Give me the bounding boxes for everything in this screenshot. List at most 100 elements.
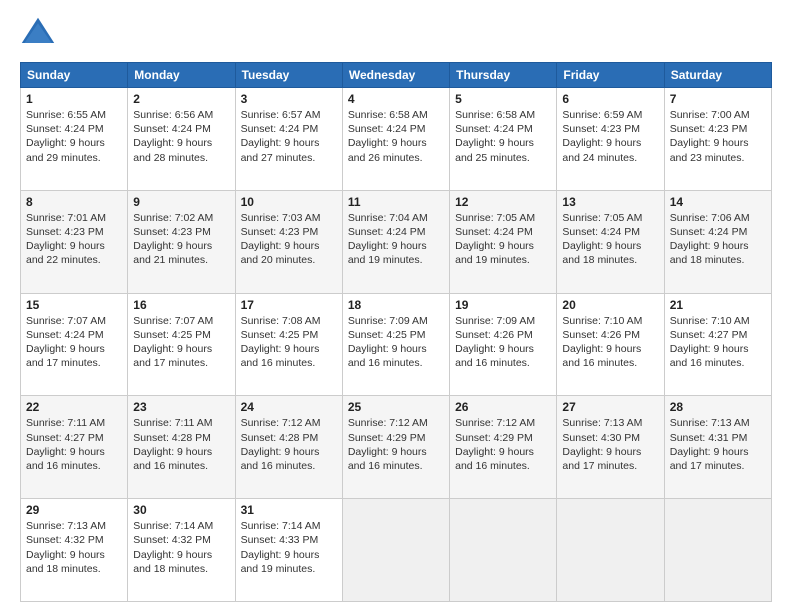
calendar-week-row: 1 Sunrise: 6:55 AMSunset: 4:24 PMDayligh… [21,88,772,191]
day-number: 20 [562,298,658,312]
day-info: Sunrise: 6:55 AMSunset: 4:24 PMDaylight:… [26,108,122,165]
day-number: 23 [133,400,229,414]
day-number: 15 [26,298,122,312]
day-number: 13 [562,195,658,209]
calendar-day-cell: 12 Sunrise: 7:05 AMSunset: 4:24 PMDaylig… [450,190,557,293]
calendar-day-cell: 1 Sunrise: 6:55 AMSunset: 4:24 PMDayligh… [21,88,128,191]
calendar-day-cell: 27 Sunrise: 7:13 AMSunset: 4:30 PMDaylig… [557,396,664,499]
header [20,16,772,52]
calendar-day-cell: 6 Sunrise: 6:59 AMSunset: 4:23 PMDayligh… [557,88,664,191]
day-number: 22 [26,400,122,414]
calendar-day-cell: 19 Sunrise: 7:09 AMSunset: 4:26 PMDaylig… [450,293,557,396]
day-info: Sunrise: 7:12 AMSunset: 4:28 PMDaylight:… [241,416,337,473]
calendar-day-cell: 13 Sunrise: 7:05 AMSunset: 4:24 PMDaylig… [557,190,664,293]
calendar-day-cell: 31 Sunrise: 7:14 AMSunset: 4:33 PMDaylig… [235,499,342,602]
day-info: Sunrise: 6:59 AMSunset: 4:23 PMDaylight:… [562,108,658,165]
calendar-day-cell: 14 Sunrise: 7:06 AMSunset: 4:24 PMDaylig… [664,190,771,293]
day-info: Sunrise: 6:58 AMSunset: 4:24 PMDaylight:… [348,108,444,165]
day-number: 30 [133,503,229,517]
calendar-day-cell: 20 Sunrise: 7:10 AMSunset: 4:26 PMDaylig… [557,293,664,396]
calendar-day-cell [664,499,771,602]
calendar-day-header: Friday [557,63,664,88]
calendar-day-cell: 15 Sunrise: 7:07 AMSunset: 4:24 PMDaylig… [21,293,128,396]
calendar-day-cell: 5 Sunrise: 6:58 AMSunset: 4:24 PMDayligh… [450,88,557,191]
calendar-day-cell: 2 Sunrise: 6:56 AMSunset: 4:24 PMDayligh… [128,88,235,191]
calendar-day-cell: 21 Sunrise: 7:10 AMSunset: 4:27 PMDaylig… [664,293,771,396]
day-number: 7 [670,92,766,106]
day-info: Sunrise: 7:09 AMSunset: 4:26 PMDaylight:… [455,314,551,371]
logo-icon [20,16,56,52]
day-number: 21 [670,298,766,312]
day-info: Sunrise: 7:13 AMSunset: 4:32 PMDaylight:… [26,519,122,576]
day-info: Sunrise: 7:09 AMSunset: 4:25 PMDaylight:… [348,314,444,371]
day-number: 29 [26,503,122,517]
day-info: Sunrise: 7:13 AMSunset: 4:30 PMDaylight:… [562,416,658,473]
day-number: 27 [562,400,658,414]
day-info: Sunrise: 7:11 AMSunset: 4:27 PMDaylight:… [26,416,122,473]
calendar-day-cell: 8 Sunrise: 7:01 AMSunset: 4:23 PMDayligh… [21,190,128,293]
calendar-day-cell: 17 Sunrise: 7:08 AMSunset: 4:25 PMDaylig… [235,293,342,396]
calendar-week-row: 22 Sunrise: 7:11 AMSunset: 4:27 PMDaylig… [21,396,772,499]
day-number: 5 [455,92,551,106]
day-number: 25 [348,400,444,414]
calendar-day-header: Tuesday [235,63,342,88]
day-info: Sunrise: 7:05 AMSunset: 4:24 PMDaylight:… [455,211,551,268]
calendar-day-header: Monday [128,63,235,88]
day-number: 2 [133,92,229,106]
day-info: Sunrise: 7:04 AMSunset: 4:24 PMDaylight:… [348,211,444,268]
calendar-day-header: Thursday [450,63,557,88]
calendar-day-cell: 30 Sunrise: 7:14 AMSunset: 4:32 PMDaylig… [128,499,235,602]
calendar-day-cell: 3 Sunrise: 6:57 AMSunset: 4:24 PMDayligh… [235,88,342,191]
day-number: 4 [348,92,444,106]
day-info: Sunrise: 7:07 AMSunset: 4:24 PMDaylight:… [26,314,122,371]
day-number: 6 [562,92,658,106]
calendar-week-row: 29 Sunrise: 7:13 AMSunset: 4:32 PMDaylig… [21,499,772,602]
day-number: 31 [241,503,337,517]
day-info: Sunrise: 7:12 AMSunset: 4:29 PMDaylight:… [455,416,551,473]
calendar-day-header: Saturday [664,63,771,88]
calendar-day-cell: 7 Sunrise: 7:00 AMSunset: 4:23 PMDayligh… [664,88,771,191]
calendar-week-row: 15 Sunrise: 7:07 AMSunset: 4:24 PMDaylig… [21,293,772,396]
day-number: 1 [26,92,122,106]
day-info: Sunrise: 7:10 AMSunset: 4:27 PMDaylight:… [670,314,766,371]
calendar-day-cell: 23 Sunrise: 7:11 AMSunset: 4:28 PMDaylig… [128,396,235,499]
calendar-day-cell: 25 Sunrise: 7:12 AMSunset: 4:29 PMDaylig… [342,396,449,499]
day-number: 3 [241,92,337,106]
day-info: Sunrise: 7:07 AMSunset: 4:25 PMDaylight:… [133,314,229,371]
day-info: Sunrise: 7:03 AMSunset: 4:23 PMDaylight:… [241,211,337,268]
calendar-day-cell: 26 Sunrise: 7:12 AMSunset: 4:29 PMDaylig… [450,396,557,499]
calendar-day-cell: 9 Sunrise: 7:02 AMSunset: 4:23 PMDayligh… [128,190,235,293]
calendar-day-cell: 10 Sunrise: 7:03 AMSunset: 4:23 PMDaylig… [235,190,342,293]
calendar-day-cell [342,499,449,602]
page: SundayMondayTuesdayWednesdayThursdayFrid… [0,0,792,612]
day-number: 17 [241,298,337,312]
day-number: 11 [348,195,444,209]
day-info: Sunrise: 6:58 AMSunset: 4:24 PMDaylight:… [455,108,551,165]
day-number: 18 [348,298,444,312]
calendar-day-cell: 22 Sunrise: 7:11 AMSunset: 4:27 PMDaylig… [21,396,128,499]
day-info: Sunrise: 6:57 AMSunset: 4:24 PMDaylight:… [241,108,337,165]
calendar-day-cell: 16 Sunrise: 7:07 AMSunset: 4:25 PMDaylig… [128,293,235,396]
day-info: Sunrise: 7:06 AMSunset: 4:24 PMDaylight:… [670,211,766,268]
day-info: Sunrise: 7:08 AMSunset: 4:25 PMDaylight:… [241,314,337,371]
day-number: 16 [133,298,229,312]
calendar-day-cell: 11 Sunrise: 7:04 AMSunset: 4:24 PMDaylig… [342,190,449,293]
day-info: Sunrise: 7:01 AMSunset: 4:23 PMDaylight:… [26,211,122,268]
day-number: 8 [26,195,122,209]
day-number: 10 [241,195,337,209]
calendar-day-cell: 29 Sunrise: 7:13 AMSunset: 4:32 PMDaylig… [21,499,128,602]
calendar-table: SundayMondayTuesdayWednesdayThursdayFrid… [20,62,772,602]
calendar-header-row: SundayMondayTuesdayWednesdayThursdayFrid… [21,63,772,88]
day-info: Sunrise: 7:02 AMSunset: 4:23 PMDaylight:… [133,211,229,268]
day-number: 12 [455,195,551,209]
calendar-body: 1 Sunrise: 6:55 AMSunset: 4:24 PMDayligh… [21,88,772,602]
day-info: Sunrise: 7:11 AMSunset: 4:28 PMDaylight:… [133,416,229,473]
day-info: Sunrise: 6:56 AMSunset: 4:24 PMDaylight:… [133,108,229,165]
day-info: Sunrise: 7:13 AMSunset: 4:31 PMDaylight:… [670,416,766,473]
logo [20,16,60,52]
day-number: 24 [241,400,337,414]
day-info: Sunrise: 7:12 AMSunset: 4:29 PMDaylight:… [348,416,444,473]
day-info: Sunrise: 7:14 AMSunset: 4:33 PMDaylight:… [241,519,337,576]
day-info: Sunrise: 7:00 AMSunset: 4:23 PMDaylight:… [670,108,766,165]
calendar-day-cell: 4 Sunrise: 6:58 AMSunset: 4:24 PMDayligh… [342,88,449,191]
